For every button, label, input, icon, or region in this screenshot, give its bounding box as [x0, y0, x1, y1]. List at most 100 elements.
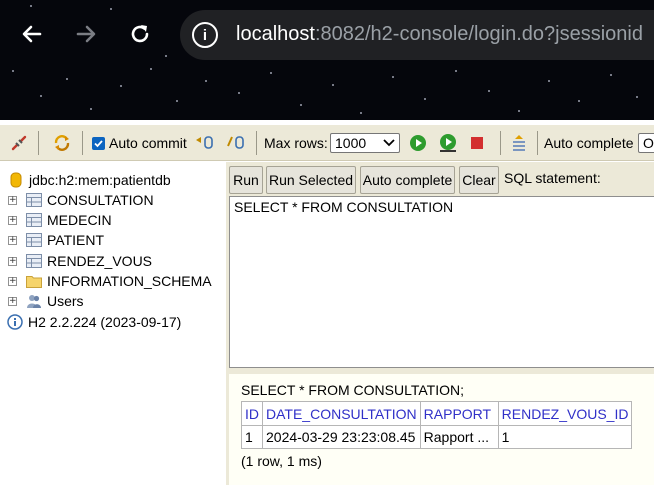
result-panel: SELECT * FROM CONSULTATION; ID DATE_CONS…: [229, 374, 654, 485]
folder-icon: [26, 273, 42, 289]
star-dot: [30, 5, 32, 7]
run-toolbar-button[interactable]: [409, 125, 427, 161]
star-dot: [150, 68, 152, 70]
users-label: Users: [47, 293, 84, 309]
run-selected-button[interactable]: Run Selected: [266, 166, 356, 194]
tree-item-users[interactable]: + Users: [0, 291, 84, 311]
auto-complete-label: Auto complete: [544, 135, 634, 151]
schema-name: INFORMATION_SCHEMA: [47, 273, 212, 289]
tree-item-patient[interactable]: + PATIENT: [0, 230, 104, 250]
max-rows-select[interactable]: 1000: [330, 133, 400, 153]
star-dot: [518, 110, 520, 112]
rollback-button[interactable]: [226, 125, 246, 161]
expand-plus-icon[interactable]: +: [8, 195, 17, 205]
site-info-icon[interactable]: i: [192, 22, 218, 48]
star-dot: [110, 8, 112, 10]
star-dot: [636, 96, 638, 98]
star-dot: [165, 55, 167, 57]
star-dot: [300, 104, 302, 106]
chevron-down-icon: [383, 139, 395, 147]
tree-item-medecin[interactable]: + MEDECIN: [0, 210, 112, 230]
commit-button[interactable]: [194, 125, 214, 161]
database-icon: [8, 172, 24, 188]
sql-editor[interactable]: SELECT * FROM CONSULTATION: [229, 196, 654, 368]
url-host: localhost: [236, 23, 315, 45]
table-cell: 2024-03-29 23:23:08.45: [262, 425, 421, 449]
row-count: (1 row, 1 ms): [241, 453, 322, 469]
run-button[interactable]: Run: [229, 166, 263, 194]
disconnect-icon: [11, 135, 27, 151]
star-dot: [610, 74, 612, 76]
column-header[interactable]: DATE_CONSULTATION: [262, 401, 421, 426]
reload-button[interactable]: [124, 18, 156, 50]
star-dot: [548, 80, 550, 82]
table-cell: 1: [241, 425, 263, 449]
history-button[interactable]: [511, 125, 527, 161]
table-header-row: ID DATE_CONSULTATION RAPPORT RENDEZ_VOUS…: [241, 401, 633, 426]
sql-statement-label: SQL statement:: [504, 170, 601, 186]
expand-plus-icon[interactable]: +: [8, 235, 17, 245]
browser-toolbar: i localhost:8082/h2-console/login.do?jse…: [0, 0, 654, 120]
run-selected-toolbar-button[interactable]: [438, 125, 458, 161]
schema-tree: jdbc:h2:mem:patientdb + CONSULTATION + M…: [0, 162, 226, 485]
checkbox-checked-icon[interactable]: [92, 136, 105, 150]
query-panel: Run Run Selected Auto complete Clear SQL…: [226, 162, 654, 485]
commit-icon: [196, 136, 213, 149]
star-dot: [270, 72, 272, 74]
expand-plus-icon[interactable]: +: [8, 296, 17, 306]
star-dot: [12, 70, 14, 72]
table-name: PATIENT: [47, 232, 105, 248]
run-selected-icon: [440, 134, 456, 152]
tree-connection[interactable]: jdbc:h2:mem:patientdb: [8, 170, 171, 190]
toolbar-separator: [537, 131, 538, 155]
star-dot: [455, 70, 457, 72]
column-header[interactable]: ID: [241, 401, 263, 426]
table-row: 1 2024-03-29 23:23:08.45 Rapport ... 1: [241, 425, 633, 449]
expand-plus-icon[interactable]: +: [8, 256, 17, 266]
clear-button[interactable]: Clear: [459, 166, 499, 194]
table-name: CONSULTATION: [47, 192, 154, 208]
expand-plus-icon[interactable]: +: [8, 215, 17, 225]
star-dot: [488, 90, 490, 92]
table-icon: [26, 253, 42, 269]
refresh-button[interactable]: [52, 125, 72, 161]
star-dot: [332, 84, 334, 86]
auto-complete-button[interactable]: Auto complete: [360, 166, 455, 194]
back-button[interactable]: [16, 18, 48, 50]
auto-commit-checkbox[interactable]: Auto commit: [92, 125, 187, 161]
table-icon: [26, 192, 42, 208]
h2-toolbar: Auto commit Max rows: 1000 Auto complete…: [0, 125, 654, 161]
expand-plus-icon[interactable]: +: [8, 276, 17, 286]
tree-item-information-schema[interactable]: + INFORMATION_SCHEMA: [0, 271, 212, 291]
url-text[interactable]: localhost:8082/h2-console/login.do?jsess…: [236, 23, 643, 46]
toolbar-separator: [256, 131, 257, 155]
disconnect-button[interactable]: [10, 125, 28, 161]
tree-item-rendez-vous[interactable]: + RENDEZ_VOUS: [0, 251, 152, 271]
forward-arrow-icon: [76, 25, 96, 43]
toolbar-separator: [500, 131, 501, 155]
star-dot: [238, 92, 240, 94]
table-name: RENDEZ_VOUS: [47, 253, 153, 269]
column-header[interactable]: RENDEZ_VOUS_ID: [497, 401, 633, 426]
star-dot: [120, 85, 122, 87]
stop-button[interactable]: [469, 125, 485, 161]
info-icon: [7, 314, 23, 330]
max-rows-value: 1000: [335, 135, 367, 151]
table-cell: 1: [497, 425, 633, 449]
tree-version: H2 2.2.224 (2023-09-17): [7, 312, 181, 332]
star-dot: [360, 112, 362, 114]
star-dot: [424, 98, 426, 100]
auto-complete-select-wrap: O: [638, 125, 654, 161]
tree-item-consultation[interactable]: + CONSULTATION: [0, 190, 154, 210]
version-text: H2 2.2.224 (2023-09-17): [28, 314, 182, 330]
forward-button[interactable]: [70, 18, 102, 50]
stop-icon: [471, 137, 483, 149]
star-dot: [176, 100, 178, 102]
auto-commit-label: Auto commit: [109, 135, 187, 151]
column-header[interactable]: RAPPORT: [419, 401, 499, 426]
executed-statement: SELECT * FROM CONSULTATION;: [241, 382, 464, 398]
auto-complete-select[interactable]: O: [638, 133, 654, 153]
table-name: MEDECIN: [47, 212, 112, 228]
star-dot: [578, 100, 580, 102]
history-icon: [513, 135, 525, 151]
